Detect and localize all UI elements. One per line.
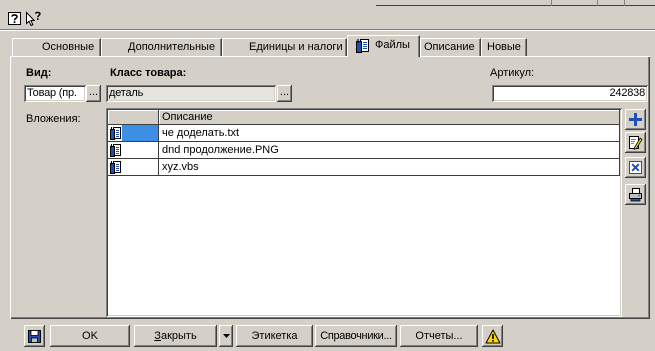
attachment-folder-icon [355,38,370,54]
tab-label: Основные [42,41,95,53]
tab-label: Файлы [375,39,410,51]
table-row[interactable]: че доделать.txt [108,125,620,142]
attachment-description[interactable]: че доделать.txt [159,125,620,142]
tab-label: Единицы и налоги [249,41,343,53]
attachments-label: Вложения: [26,113,81,125]
whats-this-button[interactable] [24,10,43,27]
tab-label: Новые [487,41,521,53]
tab-units-taxes[interactable]: Единицы и налоги [222,38,347,56]
tab-description[interactable]: Описание [420,38,481,56]
statusbar-divider [597,0,598,6]
attachment-icon-cell[interactable] [108,159,159,176]
toolbar-separator [0,29,655,31]
close-button-label: Закрыть [154,330,197,342]
product-class-label: Класс товара: [110,67,187,79]
add-icon [629,113,642,126]
article-label: Артикул: [490,67,535,79]
close-dropdown-button[interactable] [219,325,233,347]
attachment-icon [109,143,122,157]
floppy-save-icon [28,329,41,343]
close-button[interactable]: Закрыть [134,325,217,347]
table-row[interactable]: dnd продолжение.PNG [108,142,620,159]
ok-button[interactable]: OK [50,325,130,347]
tab-label: Описание [424,41,475,53]
add-attachment-button[interactable] [625,109,646,130]
attachment-icon-cell[interactable] [108,142,159,159]
reports-button[interactable]: Отчеты... [400,325,478,347]
article-value: 242838 [609,87,645,99]
label-print-button[interactable]: Этикетка [236,325,313,347]
dropdown-arrow-icon [222,334,230,338]
save-button[interactable] [24,325,45,347]
attachment-description[interactable]: dnd продолжение.PNG [159,142,620,159]
grid-header-description[interactable]: Описание [159,110,620,125]
product-class-value: деталь [109,87,144,99]
grid-header-icon-column[interactable] [108,110,159,125]
attachment-icon [109,160,122,174]
print-preview-button[interactable] [625,184,646,205]
selection-highlight [122,125,158,141]
table-row[interactable]: xyz.vbs [108,159,620,176]
help-icon [8,12,21,25]
attachment-description[interactable]: xyz.vbs [159,159,620,176]
print-preview-icon [629,188,642,202]
references-button[interactable]: Справочники... [315,325,397,347]
vid-browse-button[interactable]: ... [86,85,101,102]
statusbar-divider [551,0,552,6]
parent-window-statusbar-edge [376,0,655,6]
grid-header-row: Описание [108,110,620,125]
whats-this-icon [26,10,41,26]
delete-attachment-button[interactable] [625,157,646,178]
product-dialog: Основные Дополнительные Единицы и налоги… [0,0,655,351]
tab-basic[interactable]: Основные [12,38,101,56]
product-class-browse-button[interactable]: ... [277,85,292,102]
vid-label: Вид: [26,67,52,79]
tab-files[interactable]: Файлы [347,35,420,57]
vid-field[interactable]: Товар (пр. [24,85,86,102]
vid-value: Товар (пр. [27,87,77,99]
attachments-grid[interactable]: Описание че доделать.txt dnd продолжение… [106,108,622,317]
tab-label: Дополнительные [128,41,216,53]
article-field[interactable]: 242838 [492,85,648,102]
tab-new[interactable]: Новые [481,38,527,56]
help-button[interactable] [7,11,22,26]
tab-additional[interactable]: Дополнительные [101,38,222,56]
attachment-icon-cell[interactable] [108,125,159,142]
warning-button[interactable] [482,325,503,347]
edit-icon [629,136,643,150]
edit-attachment-button[interactable] [625,132,646,153]
warning-icon [485,329,500,343]
product-class-field[interactable]: деталь [106,85,276,102]
attachment-icon [109,126,122,140]
statusbar-divider [624,0,625,6]
delete-icon [629,161,642,174]
